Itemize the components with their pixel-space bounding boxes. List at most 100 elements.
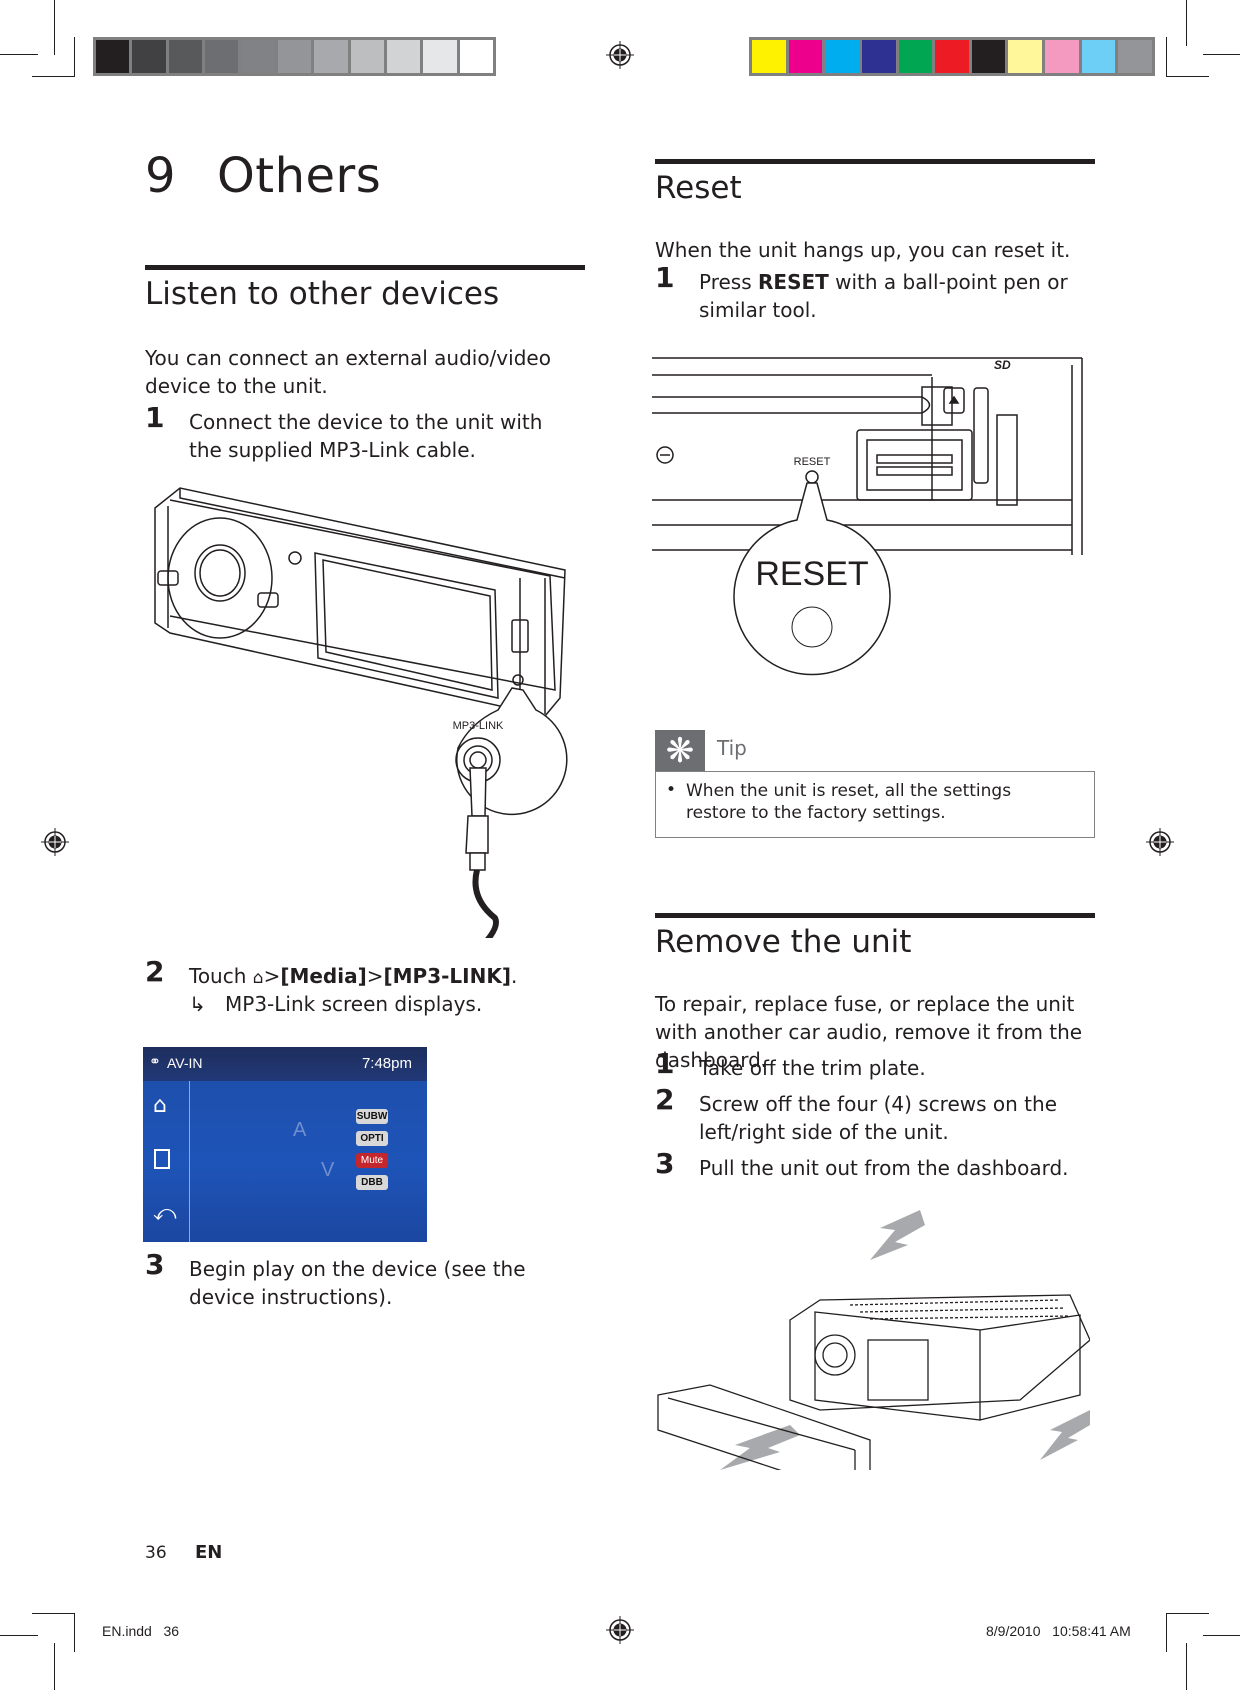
mp3-link-connection-illustration: MP3-LINK	[154, 487, 568, 938]
registration-mark-icon	[606, 41, 634, 69]
watermark-a: A	[293, 1119, 307, 1141]
step-text: Take off the trim plate.	[699, 1056, 926, 1080]
av-source-icon: ⚭	[149, 1054, 161, 1070]
dbb-button[interactable]: DBB	[356, 1175, 388, 1190]
step-result: ↳ MP3-Link screen displays.	[189, 990, 482, 1018]
crop-mark	[1166, 1613, 1167, 1652]
tip-box: • When the unit is reset, all the settin…	[655, 771, 1095, 838]
color-swatch	[935, 40, 969, 73]
separator: >	[263, 964, 281, 988]
reset-intro: When the unit hangs up, you can reset it…	[655, 238, 1071, 262]
color-swatch	[241, 40, 275, 73]
crop-mark	[1186, 1643, 1187, 1690]
crop-mark	[0, 54, 38, 55]
color-swatch	[1118, 40, 1153, 73]
reset-button-label: RESET	[758, 270, 829, 294]
color-swatch	[752, 40, 786, 73]
color-swatch	[788, 40, 823, 73]
step-text-prefix: Press	[699, 270, 758, 294]
step-text-prefix: Touch	[189, 964, 253, 988]
result-arrow-icon: ↳	[189, 992, 206, 1016]
color-swatch	[168, 40, 203, 73]
arrow-icon	[870, 1210, 925, 1260]
screen-topbar: ⚭ AV-IN 7:48pm	[143, 1047, 427, 1081]
cmyk-color-bar	[749, 37, 1155, 76]
chapter-number: 9	[145, 148, 177, 204]
step-number: 2	[145, 955, 165, 988]
back-icon[interactable]: ⤺	[153, 1201, 177, 1226]
color-swatch	[277, 40, 312, 73]
color-swatch	[971, 40, 1006, 73]
opti-button[interactable]: OPTI	[356, 1131, 388, 1146]
print-timestamp: 8/9/2010 10:58:41 AM	[986, 1623, 1131, 1639]
section-heading-remove: Remove the unit	[655, 924, 912, 960]
color-swatch	[96, 40, 130, 73]
chapter-name: Others	[217, 148, 382, 204]
registration-mark-icon	[41, 828, 69, 856]
section-heading-reset: Reset	[655, 170, 742, 206]
step-number: 1	[145, 401, 165, 434]
screen-title: AV-IN	[167, 1055, 203, 1071]
color-swatch	[898, 40, 933, 73]
list-icon[interactable]	[154, 1149, 170, 1169]
step-number: 2	[655, 1083, 675, 1116]
screen-time: 7:48pm	[361, 1055, 412, 1072]
crop-mark	[74, 37, 75, 77]
crop-mark	[74, 1613, 75, 1652]
crop-mark	[32, 1613, 75, 1614]
section-rule	[655, 159, 1095, 164]
tip-text: When the unit is reset, all the settings…	[686, 781, 1012, 823]
crop-mark	[0, 1635, 38, 1636]
crop-mark	[1203, 54, 1240, 55]
grayscale-color-bar	[93, 37, 496, 76]
section-heading-listen: Listen to other devices	[145, 276, 500, 312]
reset-small-label: RESET	[794, 456, 831, 468]
color-swatch	[205, 40, 239, 73]
mp3-link-menu-label: [MP3-LINK]	[383, 964, 511, 988]
color-swatch	[132, 40, 166, 73]
mute-button[interactable]: Mute	[356, 1153, 388, 1168]
crop-mark	[54, 1643, 55, 1690]
listen-intro: You can connect an external audio/video …	[145, 346, 551, 398]
arrow-icon	[1040, 1410, 1090, 1460]
crop-mark	[1203, 1635, 1240, 1636]
step-number: 3	[655, 1147, 675, 1180]
step-text-suffix: .	[511, 964, 518, 988]
color-swatch	[1008, 40, 1043, 73]
step-number: 3	[145, 1248, 165, 1281]
step-text: Press RESET with a ball-point pen or sim…	[699, 268, 1079, 324]
registration-mark-icon	[606, 1616, 634, 1644]
crop-mark	[1166, 37, 1167, 77]
step-text: Touch ⌂>[Media]>[MP3-LINK].	[189, 962, 517, 992]
color-swatch	[350, 40, 384, 73]
color-swatch	[423, 40, 457, 73]
media-menu-label: [Media]	[280, 964, 367, 988]
screen-sidebar: ⌂ ⤺	[143, 1081, 190, 1242]
crop-mark	[1166, 76, 1209, 77]
step-text: Begin play on the device (see the device…	[189, 1257, 526, 1309]
sd-logo: SD	[994, 358, 1011, 372]
color-swatch	[825, 40, 859, 73]
bullet: •	[666, 780, 677, 800]
page-number: 36	[145, 1543, 167, 1563]
home-icon[interactable]: ⌂	[153, 1093, 167, 1118]
color-swatch	[861, 40, 896, 73]
section-rule	[145, 265, 585, 270]
color-swatch	[1081, 40, 1116, 73]
subw-button[interactable]: SUBW	[356, 1109, 388, 1124]
crop-mark	[1186, 0, 1187, 46]
registration-mark-icon	[1146, 828, 1174, 856]
crop-mark	[1166, 1613, 1209, 1614]
step-text: Connect the device to the unit with the …	[189, 410, 543, 462]
crop-mark	[54, 0, 55, 55]
home-icon: ⌂	[252, 968, 264, 988]
result-text: MP3-Link screen displays.	[225, 992, 483, 1016]
crop-mark	[32, 76, 75, 77]
reset-illustration: SD RESET RESET	[652, 357, 1083, 676]
separator: >	[366, 964, 384, 988]
step-number: 1	[655, 1047, 675, 1080]
tip-asterisk-icon: ❋	[655, 730, 705, 772]
tip-label: Tip	[717, 736, 747, 760]
watermark-v: V	[321, 1159, 335, 1181]
step-text: Pull the unit out from the dashboard.	[699, 1156, 1069, 1180]
